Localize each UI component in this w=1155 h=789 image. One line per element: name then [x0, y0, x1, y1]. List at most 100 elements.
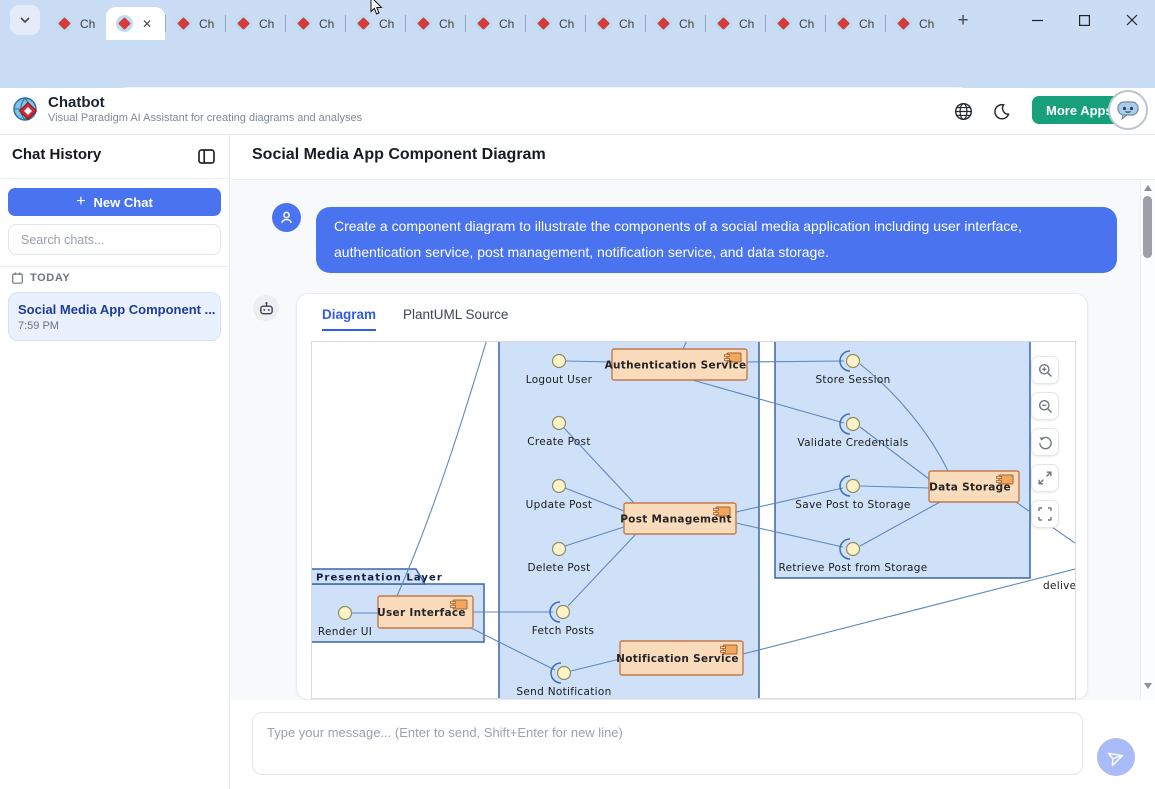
- browser-tab[interactable]: Ch: [645, 7, 705, 40]
- svg-text:Render UI: Render UI: [318, 626, 372, 638]
- diagram-tabs: Diagram PlantUML Source: [322, 307, 508, 331]
- tab-strip: Ch✕ChChChChChChChChChChChChCh +: [0, 0, 1155, 40]
- tab-label: Ch: [80, 17, 95, 31]
- tab-divider: [765, 15, 766, 32]
- browser-tab[interactable]: Ch: [885, 7, 945, 40]
- dark-mode-moon-icon[interactable]: [988, 98, 1014, 124]
- svg-text:Notification Service: Notification Service: [616, 653, 739, 665]
- browser-tab[interactable]: Ch: [165, 7, 225, 40]
- svg-text:Fetch Posts: Fetch Posts: [532, 625, 595, 637]
- reset-view-button[interactable]: [1031, 428, 1059, 456]
- scrollbar-thumb[interactable]: [1143, 196, 1152, 258]
- visual-paradigm-favicon: [895, 15, 912, 32]
- section-label: TODAY: [30, 272, 70, 284]
- tab-divider: [345, 15, 346, 32]
- maximize-button[interactable]: [1061, 0, 1108, 40]
- scrollbar-down-arrow[interactable]: [1144, 683, 1152, 689]
- conversation-title-bar: Social Media App Component Diagram: [231, 135, 1155, 180]
- tab-diagram[interactable]: Diagram: [322, 307, 376, 331]
- browser-tab[interactable]: Ch: [705, 7, 765, 40]
- visual-paradigm-favicon: [475, 15, 492, 32]
- tab-divider: [285, 15, 286, 32]
- divider: [0, 266, 229, 267]
- tab-divider: [705, 15, 706, 32]
- svg-text:Data Storage: Data Storage: [929, 482, 1011, 494]
- svg-text:Save Post to Storage: Save Post to Storage: [795, 499, 910, 511]
- send-button[interactable]: [1097, 738, 1135, 776]
- assistant-response-card: Diagram PlantUML Source Presentation Lay…: [296, 293, 1088, 700]
- user-message-bubble: Create a component diagram to illustrate…: [316, 207, 1117, 273]
- browser-tab[interactable]: Ch: [585, 7, 645, 40]
- chevron-down-icon: [19, 14, 31, 26]
- tab-search-button[interactable]: [10, 5, 40, 35]
- search-chats-input[interactable]: [8, 224, 221, 255]
- app-title: Chatbot: [48, 94, 105, 111]
- visual-paradigm-favicon: [775, 15, 792, 32]
- component-diagram-canvas[interactable]: Presentation LayerAuthentication Service…: [311, 341, 1076, 699]
- expand-button[interactable]: [1031, 464, 1059, 492]
- message-composer: [231, 700, 1155, 789]
- panel-toggle-icon: [198, 149, 215, 164]
- tab-plantuml-source[interactable]: PlantUML Source: [403, 307, 508, 331]
- language-globe-icon[interactable]: [950, 98, 976, 124]
- zoom-in-button[interactable]: [1031, 356, 1059, 384]
- visual-paradigm-favicon: [235, 15, 252, 32]
- minimize-button[interactable]: [1014, 0, 1061, 40]
- tab-label: Ch: [919, 17, 934, 31]
- browser-tab[interactable]: Ch: [465, 7, 525, 40]
- svg-text:Store Session: Store Session: [815, 374, 890, 386]
- component-node: Post Management: [620, 503, 736, 534]
- chat-history-item[interactable]: Social Media App Component ... 7:59 PM: [8, 292, 221, 341]
- diagram-zoom-toolbar: [1031, 356, 1059, 528]
- tab-label: Ch: [799, 17, 814, 31]
- tab-label: Ch: [199, 17, 214, 31]
- browser-tab[interactable]: Ch: [825, 7, 885, 40]
- message-input[interactable]: [252, 712, 1083, 775]
- browser-tab[interactable]: Ch: [525, 7, 585, 40]
- svg-text:Send Notification: Send Notification: [516, 686, 611, 698]
- tab-close-icon[interactable]: ✕: [142, 17, 152, 31]
- zoom-out-icon: [1038, 399, 1053, 414]
- browser-tab[interactable]: Ch: [225, 7, 285, 40]
- fit-screen-button[interactable]: [1031, 500, 1059, 528]
- svg-text:Create Post: Create Post: [527, 436, 591, 448]
- app-header: Chatbot Visual Paradigm AI Assistant for…: [0, 88, 1155, 135]
- browser-tab[interactable]: Ch: [46, 7, 106, 40]
- tab-label: Ch: [619, 17, 634, 31]
- collapse-sidebar-button[interactable]: [195, 145, 217, 167]
- chat-item-time: 7:59 PM: [18, 320, 59, 332]
- visual-paradigm-favicon: [355, 15, 372, 32]
- chatbot-widget-icon[interactable]: [1108, 90, 1148, 130]
- svg-text:User Interface: User Interface: [377, 607, 466, 619]
- svg-text:Retrieve Post from Storage: Retrieve Post from Storage: [778, 562, 927, 574]
- chat-item-title: Social Media App Component ...: [18, 302, 215, 317]
- close-window-button[interactable]: [1108, 0, 1155, 40]
- browser-tab[interactable]: Ch: [405, 7, 465, 40]
- browser-tab[interactable]: Ch: [285, 7, 345, 40]
- component-node: Authentication Service: [605, 349, 747, 380]
- calendar-icon: [12, 272, 23, 284]
- new-tab-button[interactable]: +: [949, 7, 977, 35]
- send-plane-icon: [1105, 746, 1126, 767]
- new-chat-button[interactable]: + New Chat: [8, 188, 221, 216]
- tab-divider: [645, 15, 646, 32]
- browser-tab[interactable]: Ch: [765, 7, 825, 40]
- new-chat-label: New Chat: [94, 195, 153, 210]
- zoom-out-button[interactable]: [1031, 392, 1059, 420]
- tab-divider: [405, 15, 406, 32]
- tab-label: Ch: [739, 17, 754, 31]
- svg-text:Delete Post: Delete Post: [527, 562, 590, 574]
- scrollbar-up-arrow[interactable]: [1144, 185, 1152, 191]
- component-node: Notification Service: [616, 641, 743, 675]
- browser-tab[interactable]: Ch: [345, 7, 405, 40]
- tab-divider: [525, 15, 526, 32]
- visual-paradigm-favicon: [295, 15, 312, 32]
- browser-tab-active[interactable]: ✕: [106, 7, 165, 40]
- component-node: User Interface: [377, 596, 473, 628]
- tab-label: Ch: [439, 17, 454, 31]
- page-scrollbar[interactable]: [1140, 180, 1155, 700]
- page-title: Social Media App Component Diagram: [252, 146, 546, 164]
- svg-text:delive: delive: [1043, 580, 1075, 592]
- fit-brackets-icon: [1038, 507, 1052, 521]
- person-icon: [279, 210, 294, 225]
